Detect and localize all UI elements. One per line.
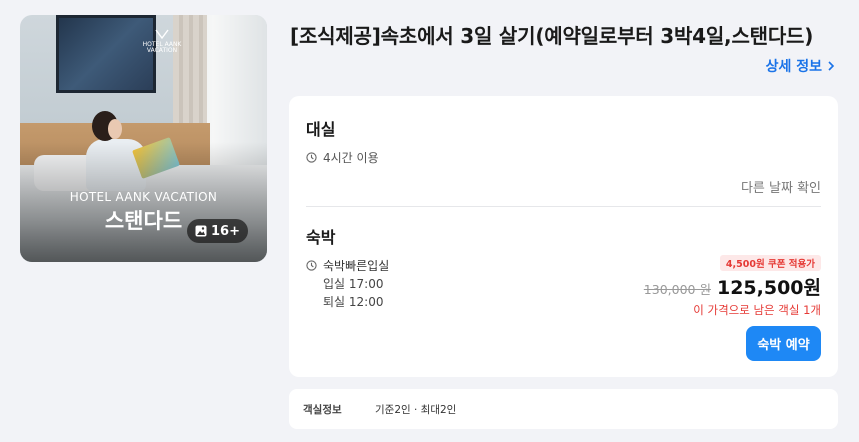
photo-hotel-name: HOTEL AANK VACATION [69,190,218,204]
wall-painting [56,15,156,93]
room-info-label: 객실정보 [303,403,342,416]
photo-count-badge[interactable]: 16+ [187,219,248,243]
clock-icon [306,152,317,163]
clock-icon [306,260,317,271]
logo-line-2: VACATION [146,47,178,55]
price-row: 130,000 원 125,500원 [644,273,821,300]
room-info-value: 기준2인 · 최대2인 [375,403,457,416]
booking-card: 대실 4시간 이용 다른 날짜 확인 숙박 숙박빠른입실 입실 17:00 퇴실… [289,96,838,377]
stay-checkin-type: 숙박빠른입실 [323,259,390,273]
detail-info-link[interactable]: 상세 정보 [766,56,836,76]
logo-mark-icon [155,29,169,40]
stay-title: 숙박 [306,228,336,247]
detail-info-label: 상세 정보 [765,59,822,75]
original-price: 130,000 원 [643,282,711,297]
day-use-title: 대실 [306,120,336,139]
hotel-logo: HOTEL AANK VACATION [142,29,182,71]
book-stay-button[interactable]: 숙박 예약 [746,326,821,361]
room-info-card: 객실정보 기준2인 · 최대2인 [289,389,838,429]
stay-checkout-time: 퇴실 12:00 [323,295,384,309]
chevron-right-icon [828,61,835,71]
coupon-badge: 4,500원 쿠폰 적용가 [719,255,821,271]
gallery-icon [195,225,207,237]
day-use-duration: 4시간 이용 [323,151,379,165]
room-listing-page: HOTEL AANK VACATION HOTEL AANK VACATION … [0,0,859,442]
stay-checkin-time: 입실 17:00 [323,277,384,291]
person-face [108,119,122,139]
rooms-left-notice: 이 가격으로 남은 객실 1개 [693,303,821,317]
section-divider [306,206,821,207]
stay-checkin-type-row: 숙박빠른입실 [306,257,389,274]
other-dates-link[interactable]: 다른 날짜 확인 [741,177,821,196]
photo-count: 16+ [211,223,240,239]
day-use-duration-row: 4시간 이용 [306,149,379,166]
sale-price: 125,500원 [716,277,821,299]
product-title: [조식제공]속초에서 3일 살기(예약일로부터 3박4일,스탠다드) [290,24,814,48]
room-photo[interactable]: HOTEL AANK VACATION HOTEL AANK VACATION … [20,15,267,262]
